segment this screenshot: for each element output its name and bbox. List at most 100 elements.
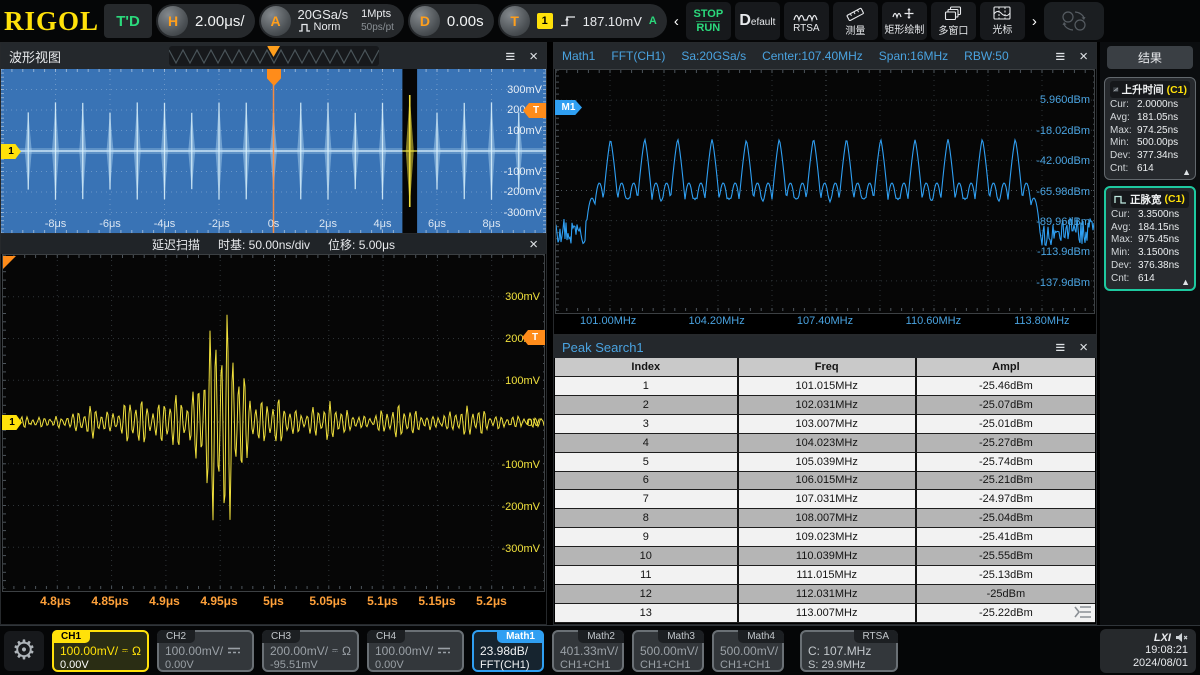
results-header: 结果 (1107, 46, 1193, 69)
rising-edge-icon (560, 14, 576, 28)
expand-icon[interactable]: ▲ (1181, 277, 1190, 287)
trigger-source-badge: 1 (537, 13, 553, 29)
table-cell: 13 (555, 604, 739, 622)
dc-coupling-icon (332, 646, 338, 655)
multi-window-button[interactable]: 多窗口 (931, 2, 976, 40)
measure-button[interactable]: 测量 (833, 2, 878, 40)
measurement-row: Avg:181.05ns (1110, 112, 1190, 125)
close-icon[interactable]: × (1079, 340, 1088, 355)
table-cell: 11 (555, 566, 739, 584)
table-cell: 7 (555, 490, 739, 508)
speaker-muted-icon (1175, 632, 1188, 643)
pulse-width-icon (1114, 194, 1127, 205)
rtsa-label: RTSA (793, 23, 820, 34)
navigation-strip[interactable] (169, 46, 379, 66)
channel2-card[interactable]: CH2 100.00mV/ 0.00V (157, 630, 254, 672)
toolbar-scroll-right[interactable]: › (1029, 13, 1040, 30)
math3-tab[interactable]: Math3 (658, 630, 704, 643)
close-icon[interactable]: × (529, 237, 538, 252)
measurement-card-rise-time[interactable]: 上升时间(C1) Cur:2.0000nsAvg:181.05nsMax:974… (1104, 77, 1196, 180)
trigger-control[interactable]: T 1 187.10mV A (498, 4, 667, 38)
h-knob[interactable]: H (158, 6, 188, 36)
trigger-coupling: A (649, 15, 657, 27)
table-cell: 2 (555, 396, 739, 414)
settings-button[interactable]: ⚙ (4, 631, 44, 671)
rtsa-tab[interactable]: RTSA (854, 630, 899, 643)
table-row: 11111.015MHz-25.13dBm (555, 566, 1095, 585)
table-row: 8108.007MHz-25.04dBm (555, 509, 1095, 528)
table-resize-icon[interactable] (1073, 604, 1093, 620)
axis-label: 2μs (319, 218, 337, 230)
acquisition-control[interactable]: A 20GSa/s Norm 1Mpts 50ps/pt (259, 4, 404, 38)
waveform-overview-plot[interactable]: 300mV200mV100mV-100mV-200mV-300mV -8μs-6… (1, 69, 546, 233)
delay-control[interactable]: D 0.00s (408, 4, 494, 38)
measurement-row: Min:500.00ps (1110, 137, 1190, 150)
close-icon[interactable]: × (529, 49, 538, 64)
offset-readout: 位移: 5.00μs (328, 236, 395, 253)
trigger-status-badge: T'D (104, 4, 152, 38)
channel3-card[interactable]: CH3 200.00mV/ Ω -95.51mV (262, 630, 359, 672)
ch3-offset: -95.51mV (270, 659, 351, 671)
horizontal-scale-control[interactable]: H 2.00μs/ (156, 4, 255, 38)
default-button[interactable]: Default (735, 2, 780, 40)
sample-resolution: 50ps/pt (361, 21, 394, 34)
default-initial: D (739, 12, 751, 30)
math2-card[interactable]: Math2 401.33mV/ CH1+CH1 (552, 630, 624, 672)
math4-tab[interactable]: Math4 (738, 630, 784, 643)
measurement-card-positive-pulse-width[interactable]: 正脉宽(C1) Cur:3.3500nsAvg:184.15nsMax:975.… (1104, 186, 1196, 291)
run-label: RUN (696, 21, 720, 34)
fft-span: Span:16MHz (879, 49, 948, 63)
rect-draw-button[interactable]: 矩形绘制 (882, 2, 927, 40)
fft-plot[interactable]: 5.960dBm-18.02dBm-42.00dBm-65.98dBm-89.9… (555, 69, 1095, 314)
peak-search-title: Peak Search1 (554, 340, 644, 355)
close-icon[interactable]: × (1079, 49, 1088, 64)
stat-value: 184.15ns (1138, 222, 1179, 235)
math1-scale: 23.98dB/ (480, 644, 536, 658)
math4-source: CH1+CH1 (720, 659, 776, 671)
menu-icon[interactable]: ≡ (505, 48, 515, 65)
axis-label: 300mV (507, 84, 542, 96)
ch1-impedance: Ω (132, 644, 141, 658)
menu-icon[interactable]: ≡ (1055, 339, 1065, 356)
rtsa-card[interactable]: RTSA C: 107.MHz S: 29.9MHz (800, 630, 898, 672)
table-cell: 112.031MHz (739, 585, 917, 603)
d-knob[interactable]: D (410, 6, 440, 36)
channel4-card[interactable]: CH4 100.00mV/ 0.00V (367, 630, 464, 672)
channel3-tab[interactable]: CH3 (262, 630, 300, 643)
measurement-row: Cur:2.0000ns (1110, 99, 1190, 112)
channel1-card[interactable]: CH1 100.00mV/ Ω 0.00V (52, 630, 149, 672)
fft-y-axis: 5.960dBm-18.02dBm-42.00dBm-65.98dBm-89.9… (556, 70, 1090, 313)
math2-tab[interactable]: Math2 (578, 630, 624, 643)
axis-label: -6μs (99, 218, 121, 230)
memory-depth: 1Mpts (361, 8, 394, 21)
timebase-readout: 时基: 50.00ns/div (218, 236, 310, 253)
channel1-tab[interactable]: CH1 (52, 630, 90, 643)
ch1-offset: 0.00V (60, 659, 141, 671)
results-sidebar: 结果 上升时间(C1) Cur:2.0000nsAvg:181.05nsMax:… (1100, 42, 1200, 625)
menu-icon[interactable]: ≡ (1055, 48, 1065, 65)
trigger-level: 187.10mV (583, 14, 642, 29)
cursor-button[interactable]: 光标 (980, 2, 1025, 40)
t-knob[interactable]: T (500, 6, 530, 36)
math1-tab[interactable]: Math1 (497, 630, 544, 643)
channel2-tab[interactable]: CH2 (157, 630, 195, 643)
stop-run-button[interactable]: STOP RUN (686, 2, 731, 40)
a-knob[interactable]: A (261, 6, 291, 36)
math3-card[interactable]: Math3 500.00mV/ CH1+CH1 (632, 630, 704, 672)
ch4-offset: 0.00V (375, 659, 456, 671)
waveform-compare-button[interactable] (1044, 2, 1104, 40)
stat-value: 500.00ps (1137, 137, 1178, 150)
fft-center-freq: Center:107.40MHz (762, 49, 863, 63)
expand-icon[interactable]: ▲ (1182, 167, 1191, 177)
table-cell: -25.01dBm (917, 415, 1095, 433)
math1-card[interactable]: Math1 23.98dB/ FFT(CH1) (472, 630, 544, 672)
toolbar-scroll-left[interactable]: ‹ (671, 13, 682, 30)
delayed-sweep-plot[interactable]: 300mV200mV100mV0V-100mV-200mV-300mV (2, 254, 545, 592)
math4-card[interactable]: Math4 500.00mV/ CH1+CH1 (712, 630, 784, 672)
system-status-box[interactable]: LXI 19:08:21 2024/08/01 (1100, 629, 1196, 673)
rtsa-button[interactable]: RTSA (784, 2, 829, 40)
channel4-tab[interactable]: CH4 (367, 630, 405, 643)
axis-label: -113.9dBm (1037, 246, 1090, 258)
table-row: 1101.015MHz-25.46dBm (555, 377, 1095, 396)
axis-label: -4μs (154, 218, 176, 230)
